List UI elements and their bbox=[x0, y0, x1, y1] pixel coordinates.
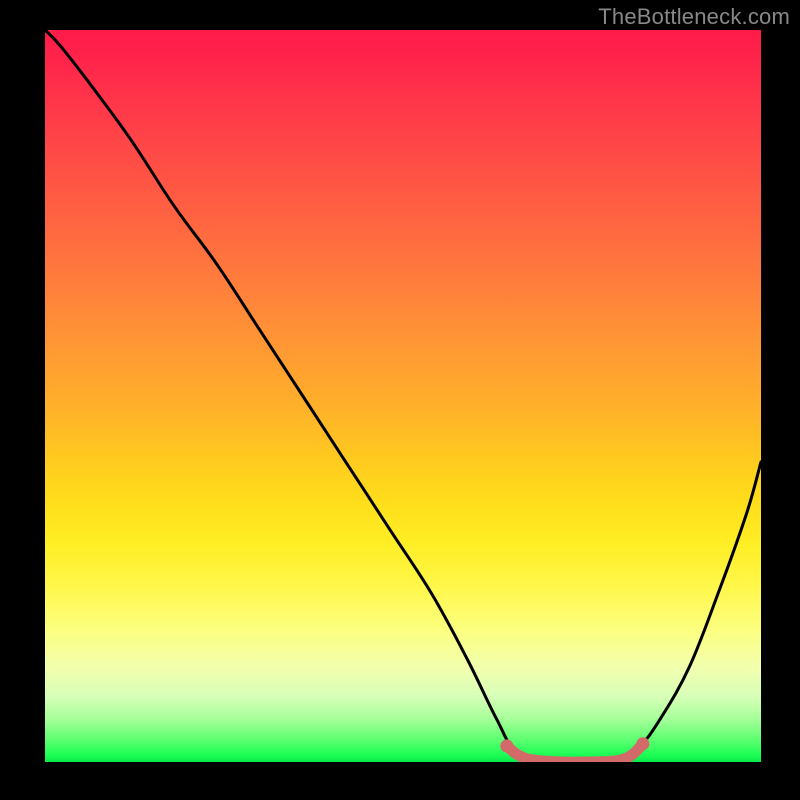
optimal-band-dot-left bbox=[500, 739, 513, 752]
curve-layer bbox=[45, 30, 761, 762]
optimal-band-marker bbox=[507, 744, 643, 762]
chart-container: TheBottleneck.com bbox=[0, 0, 800, 800]
plot-area bbox=[45, 30, 761, 762]
optimal-band-dot-right bbox=[636, 737, 649, 750]
bottleneck-curve bbox=[45, 30, 761, 762]
watermark-text: TheBottleneck.com bbox=[598, 4, 790, 30]
